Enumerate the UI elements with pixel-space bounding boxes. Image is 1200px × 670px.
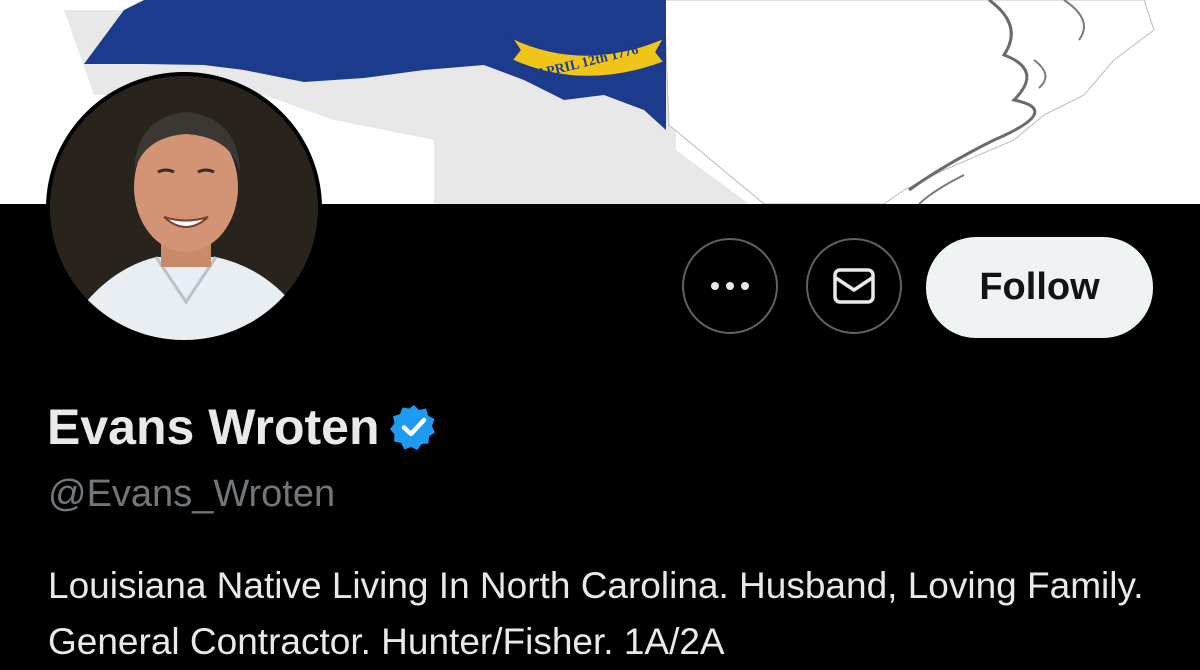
- display-name: Evans Wroten: [47, 399, 380, 455]
- profile-bio: Louisiana Native Living In North Carolin…: [48, 565, 1144, 662]
- name-row: Evans Wroten: [47, 397, 438, 457]
- follow-button[interactable]: Follow: [926, 237, 1153, 338]
- envelope-icon: [833, 268, 875, 304]
- verified-badge-icon[interactable]: [389, 403, 438, 451]
- user-handle: @Evans_Wroten: [48, 473, 336, 515]
- more-options-button[interactable]: [682, 238, 778, 334]
- avatar-photo: [50, 76, 318, 340]
- profile-avatar[interactable]: [46, 72, 322, 344]
- more-horizontal-icon: [711, 282, 749, 290]
- message-button[interactable]: [806, 238, 902, 334]
